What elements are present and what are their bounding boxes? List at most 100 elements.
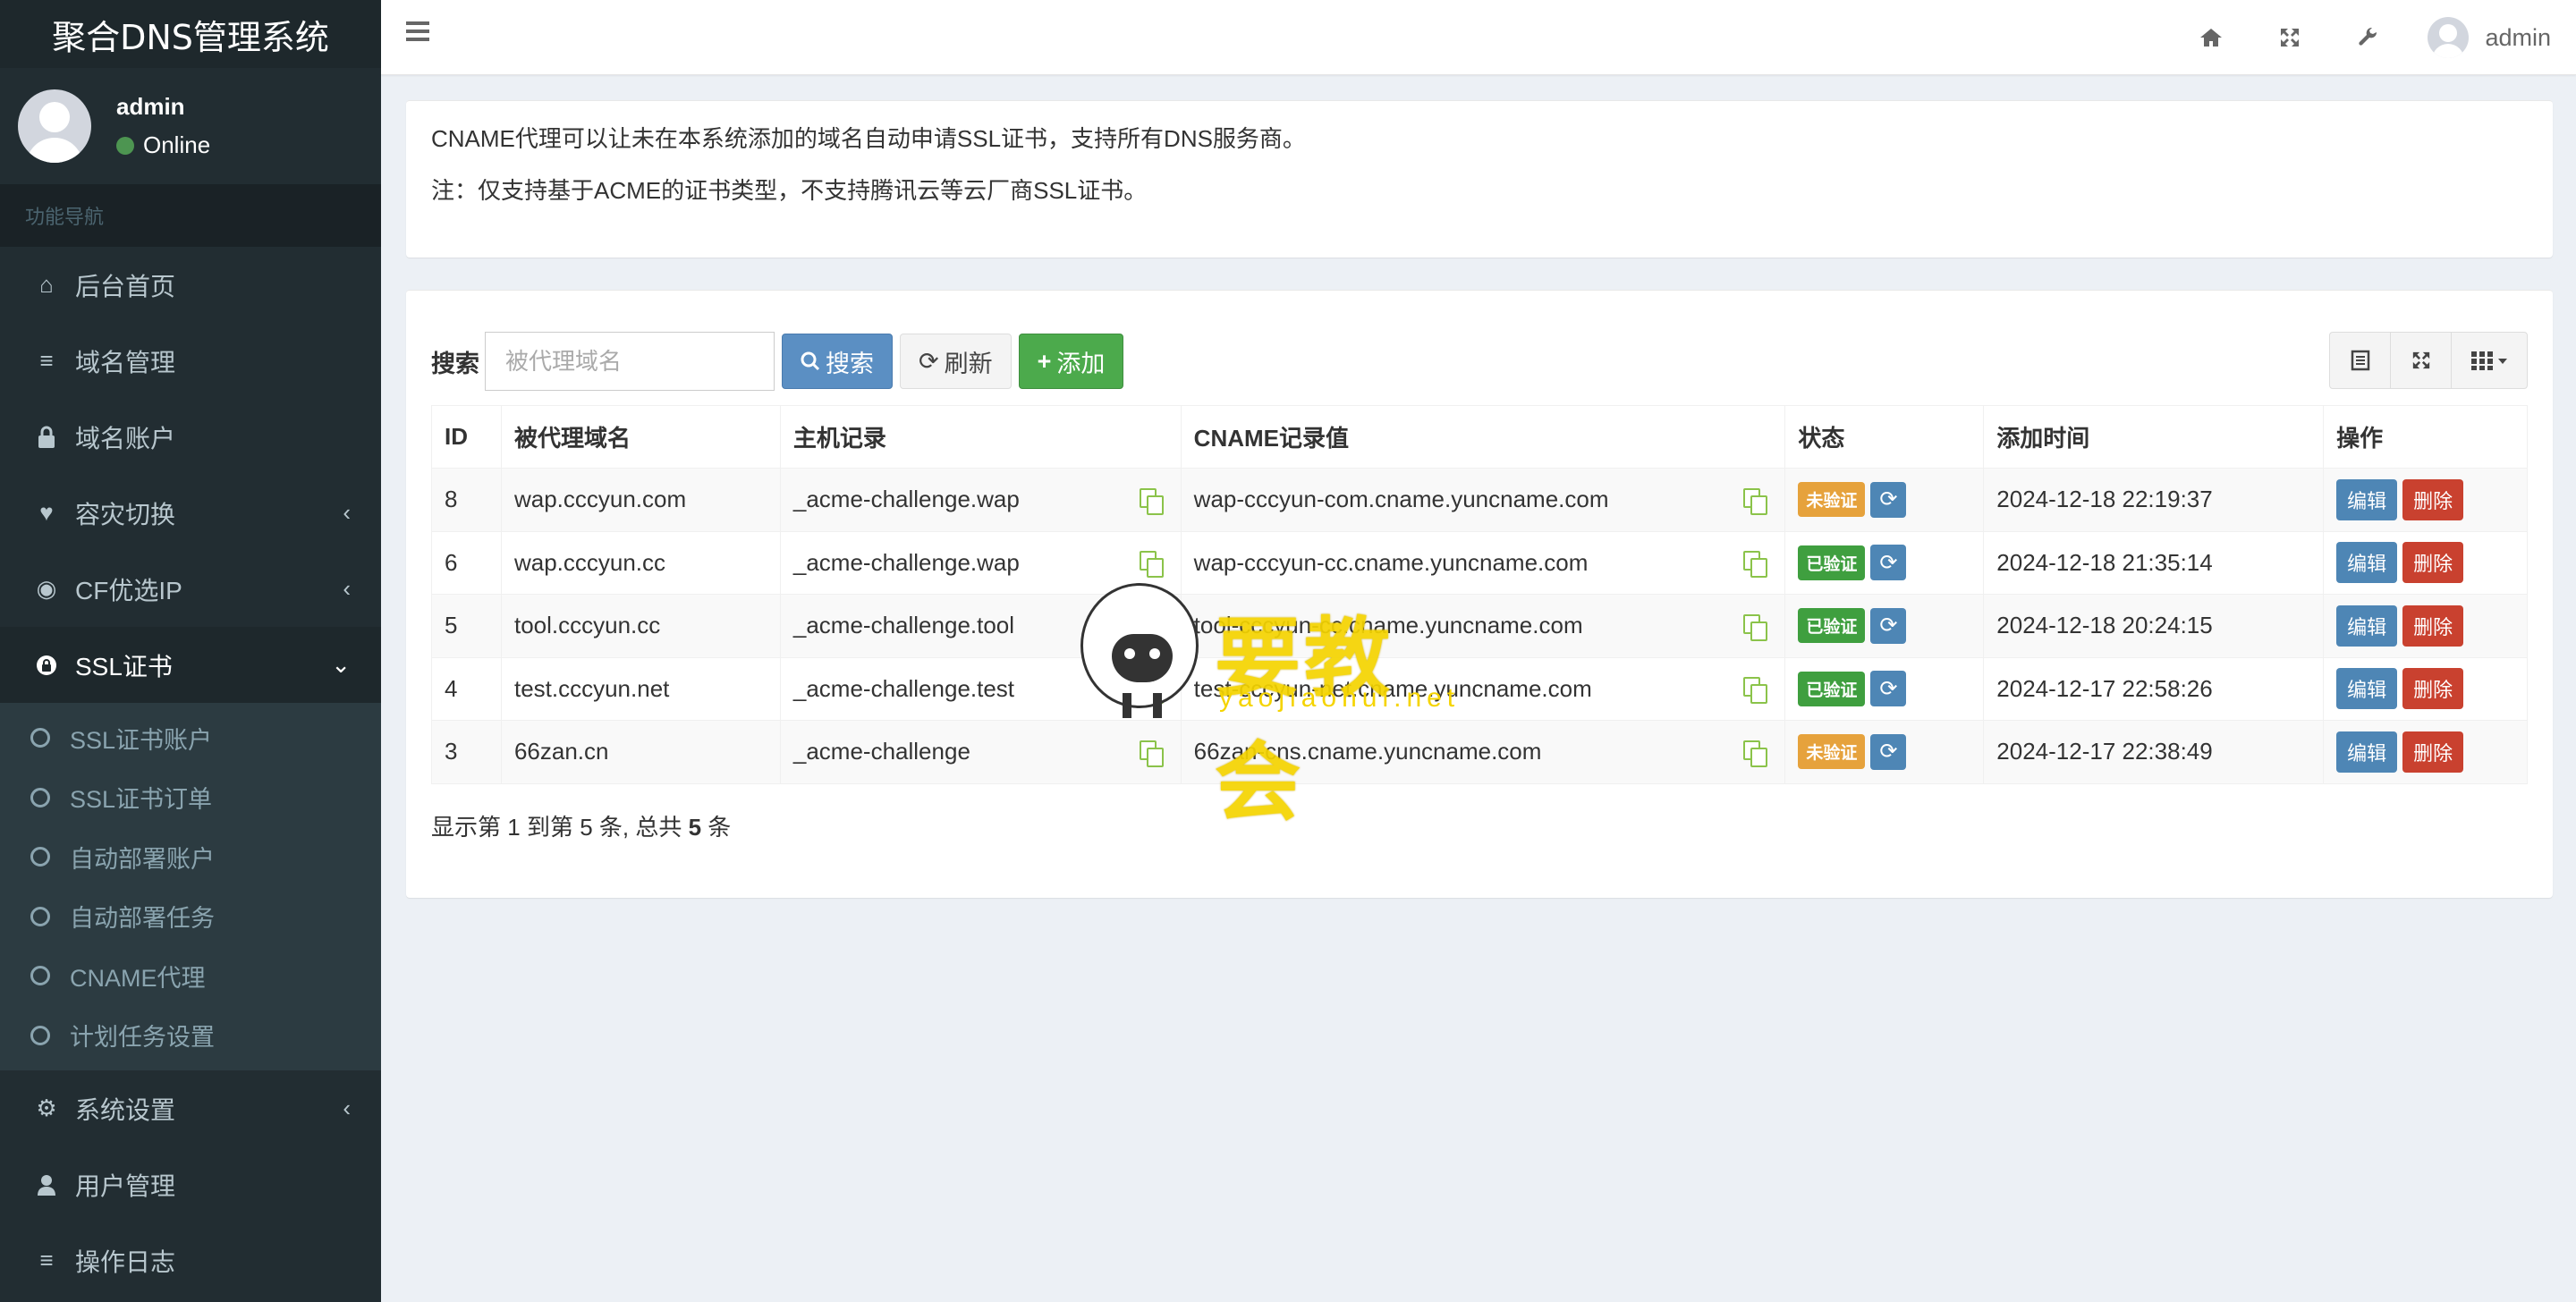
edit-button[interactable]: 编辑	[2336, 604, 2398, 647]
refresh-icon[interactable]: ⟳	[1870, 545, 1907, 581]
copy-icon[interactable]	[1743, 551, 1768, 579]
refresh-icon[interactable]: ⟳	[1870, 733, 1907, 770]
status-badge: 未验证	[1798, 734, 1866, 770]
delete-button[interactable]: 删除	[2402, 604, 2464, 647]
sidebar-item-failover[interactable]: ♥ 容灾切换 ‹	[0, 475, 381, 551]
cell-id: 6	[431, 530, 502, 595]
toggle-view-icon[interactable]	[2330, 333, 2391, 388]
sidebar-item-users[interactable]: 用户管理	[0, 1146, 381, 1222]
refresh-icon[interactable]: ⟳	[1870, 671, 1907, 707]
user-status-text: Online	[143, 131, 211, 158]
column-header-status[interactable]: 状态	[1784, 405, 1985, 469]
host-value: _acme-challenge	[792, 738, 970, 765]
cell-time: 2024-12-18 21:35:14	[1983, 530, 2325, 595]
column-header-cname[interactable]: CNAME记录值	[1180, 405, 1786, 469]
list-icon: ≡	[39, 1247, 54, 1273]
globe-icon: ◉	[36, 575, 57, 602]
cell-cname: wap-cccyun-com.cname.yuncname.com	[1180, 468, 1786, 532]
copy-icon[interactable]	[1139, 551, 1164, 579]
sidebar-item-label: 用户管理	[75, 1171, 176, 1200]
plus-icon: +	[1037, 347, 1052, 375]
cell-time: 2024-12-17 22:58:26	[1983, 656, 2325, 721]
cname-value: tool-cccyun-cc.cname.yuncname.com	[1193, 612, 1583, 639]
sidebar-item-label: 操作日志	[75, 1247, 176, 1276]
pager-to: 5	[580, 814, 593, 841]
cell-actions: 编辑 删除	[2323, 468, 2528, 532]
home-icon[interactable]	[2172, 0, 2250, 75]
submenu-item-label: SSL证书账户	[70, 726, 213, 754]
copy-icon[interactable]	[1743, 677, 1768, 705]
pager-total: 5	[688, 814, 702, 841]
cell-host: _acme-challenge.wap	[779, 468, 1182, 532]
cell-cname: 66zan-cns.cname.yuncname.com	[1180, 720, 1786, 784]
submenu-item-deploy-accounts[interactable]: 自动部署账户	[0, 827, 381, 887]
cell-id: 8	[431, 468, 502, 532]
edit-button[interactable]: 编辑	[2336, 668, 2398, 710]
host-value: _acme-challenge.tool	[792, 612, 1015, 639]
column-header-host[interactable]: 主机记录	[779, 405, 1182, 469]
sidebar-item-dashboard[interactable]: ⌂ 后台首页	[0, 247, 381, 323]
submenu-item-cron-settings[interactable]: 计划任务设置	[0, 1006, 381, 1066]
delete-button[interactable]: 删除	[2402, 668, 2464, 710]
submenu-item-ssl-orders[interactable]: SSL证书订单	[0, 768, 381, 828]
edit-button[interactable]: 编辑	[2336, 478, 2398, 520]
cell-status: 未验证 ⟳	[1784, 720, 1985, 784]
copy-icon[interactable]	[1139, 613, 1164, 641]
notice-line-2: 注：仅支持基于ACME的证书类型，不支持腾讯云等云厂商SSL证书。	[431, 177, 1148, 204]
header-user-menu[interactable]: admin	[2408, 17, 2576, 58]
app-logo[interactable]: 聚合DNS管理系统	[0, 0, 381, 68]
sidebar-item-cf-ip[interactable]: ◉ CF优选IP ‹	[0, 551, 381, 627]
sidebar-item-domain-accounts[interactable]: 域名账户	[0, 399, 381, 475]
user-panel: admin Online	[0, 68, 381, 184]
menu-toggle-icon[interactable]	[406, 21, 429, 41]
wrench-icon[interactable]	[2329, 0, 2408, 75]
delete-button[interactable]: 删除	[2402, 542, 2464, 584]
pager-text: 条	[708, 814, 732, 841]
add-button[interactable]: + 添加	[1018, 334, 1124, 389]
edit-button[interactable]: 编辑	[2336, 542, 2398, 584]
edit-button[interactable]: 编辑	[2336, 731, 2398, 773]
sidebar-item-logs[interactable]: ≡ 操作日志	[0, 1222, 381, 1298]
top-header: admin	[381, 0, 2576, 75]
submenu-item-ssl-accounts[interactable]: SSL证书账户	[0, 708, 381, 768]
search-icon	[801, 351, 820, 371]
refresh-icon[interactable]: ⟳	[1870, 607, 1907, 644]
columns-dropdown-icon[interactable]	[2452, 333, 2527, 388]
refresh-button[interactable]: ⟳ 刷新	[900, 334, 1012, 389]
cell-status: 已验证 ⟳	[1784, 594, 1985, 658]
search-input[interactable]	[485, 332, 775, 391]
home-icon: ⌂	[39, 271, 54, 298]
sidebar-item-ssl[interactable]: SSL证书 ⌄	[0, 627, 381, 703]
status-badge: 已验证	[1798, 671, 1866, 706]
search-label: 搜索	[431, 350, 479, 377]
user-name: admin	[116, 93, 185, 120]
cname-value: wap-cccyun-com.cname.yuncname.com	[1193, 486, 1609, 513]
user-icon	[29, 1174, 64, 1196]
search-button[interactable]: 搜索	[782, 334, 893, 389]
copy-icon[interactable]	[1743, 740, 1768, 767]
copy-icon[interactable]	[1139, 740, 1164, 767]
user-status: Online	[116, 131, 210, 159]
lock-icon	[29, 655, 64, 676]
submenu-item-cname-proxy[interactable]: CNAME代理	[0, 946, 381, 1006]
sidebar-item-domains[interactable]: ≡ 域名管理	[0, 323, 381, 399]
copy-icon[interactable]	[1139, 677, 1164, 705]
fullscreen-icon[interactable]	[2391, 333, 2452, 388]
column-header-domain[interactable]: 被代理域名	[500, 405, 781, 469]
column-header-id[interactable]: ID	[431, 405, 502, 469]
column-header-time[interactable]: 添加时间	[1983, 405, 2325, 469]
copy-icon[interactable]	[1139, 487, 1164, 515]
refresh-icon[interactable]: ⟳	[1870, 481, 1907, 518]
copy-icon[interactable]	[1743, 487, 1768, 515]
fullscreen-icon[interactable]	[2250, 0, 2329, 75]
submenu-item-deploy-tasks[interactable]: 自动部署任务	[0, 887, 381, 947]
copy-icon[interactable]	[1743, 613, 1768, 641]
delete-button[interactable]: 删除	[2402, 731, 2464, 773]
cell-actions: 编辑 删除	[2323, 594, 2528, 658]
table-row: 3 66zan.cn _acme-challenge 66zan-cns.cname.…	[431, 720, 2528, 784]
submenu-item-label: 自动部署任务	[70, 905, 215, 933]
sidebar-item-system-settings[interactable]: ⚙ 系统设置 ‹	[0, 1070, 381, 1146]
delete-button[interactable]: 删除	[2402, 478, 2464, 520]
online-dot-icon	[116, 136, 134, 155]
submenu-item-label: CNAME代理	[70, 964, 206, 992]
